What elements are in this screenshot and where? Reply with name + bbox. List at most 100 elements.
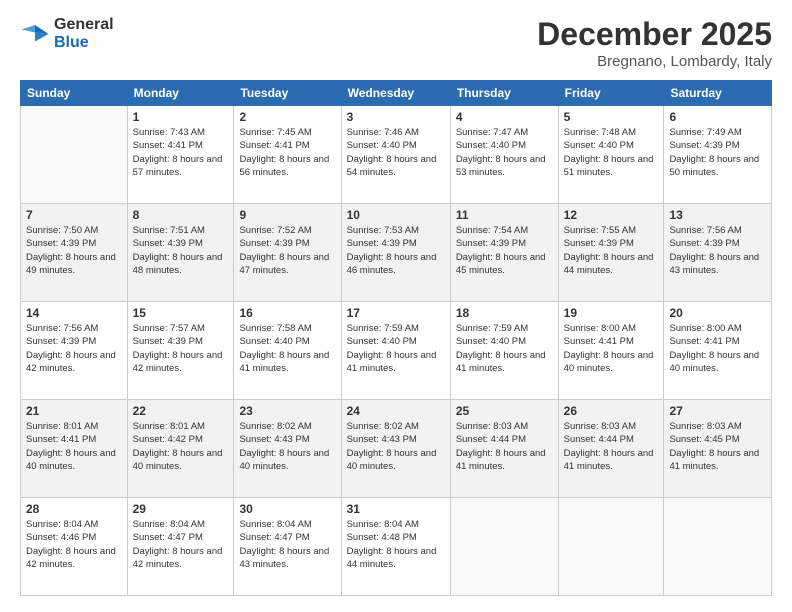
day-number: 30 bbox=[239, 502, 335, 516]
day-cell: 3 Sunrise: 7:46 AMSunset: 4:40 PMDaylight… bbox=[341, 106, 450, 204]
day-number: 14 bbox=[26, 306, 122, 320]
week-row: 7Sunrise: 7:50 AMSunset: 4:39 PMDaylight… bbox=[21, 204, 772, 302]
day-info: Sunrise: 8:04 AMSunset: 4:48 PMDaylight:… bbox=[347, 518, 445, 571]
logo-icon bbox=[20, 19, 50, 49]
day-number: 8 bbox=[133, 208, 229, 222]
title-block: December 2025 Bregnano, Lombardy, Italy bbox=[537, 16, 772, 70]
day-number: 19 bbox=[564, 306, 659, 320]
day-cell: 22 Sunrise: 8:01 AMSunset: 4:42 PMDayligh… bbox=[127, 400, 234, 498]
day-info: Sunrise: 7:47 AMSunset: 4:40 PMDaylight:… bbox=[456, 126, 553, 179]
day-number: 22 bbox=[133, 404, 229, 418]
day-info: Sunrise: 8:04 AMSunset: 4:46 PMDaylight:… bbox=[26, 518, 122, 571]
day-info: Sunrise: 8:04 AMSunset: 4:47 PMDaylight:… bbox=[239, 518, 335, 571]
day-cell: 6Sunrise: 7:49 AMSunset: 4:39 PMDaylight… bbox=[664, 106, 772, 204]
day-number: 24 bbox=[347, 404, 445, 418]
day-cell: 21Sunrise: 8:01 AMSunset: 4:41 PMDayligh… bbox=[21, 400, 128, 498]
day-info: Sunrise: 7:53 AMSunset: 4:39 PMDaylight:… bbox=[347, 224, 445, 277]
day-cell bbox=[558, 498, 664, 596]
day-info: Sunrise: 7:52 AMSunset: 4:39 PMDaylight:… bbox=[239, 224, 335, 277]
day-cell: 9 Sunrise: 7:52 AMSunset: 4:39 PMDaylight… bbox=[234, 204, 341, 302]
day-info: Sunrise: 7:46 AMSunset: 4:40 PMDaylight:… bbox=[347, 126, 445, 179]
day-number: 12 bbox=[564, 208, 659, 222]
day-cell: 5 Sunrise: 7:48 AMSunset: 4:40 PMDaylight… bbox=[558, 106, 664, 204]
day-number: 15 bbox=[133, 306, 229, 320]
day-cell: 28Sunrise: 8:04 AMSunset: 4:46 PMDayligh… bbox=[21, 498, 128, 596]
day-number: 26 bbox=[564, 404, 659, 418]
day-info: Sunrise: 7:58 AMSunset: 4:40 PMDaylight:… bbox=[239, 322, 335, 375]
day-cell: 20Sunrise: 8:00 AMSunset: 4:41 PMDayligh… bbox=[664, 302, 772, 400]
day-info: Sunrise: 8:02 AMSunset: 4:43 PMDaylight:… bbox=[347, 420, 445, 473]
day-info: Sunrise: 7:49 AMSunset: 4:39 PMDaylight:… bbox=[669, 126, 766, 179]
day-number: 7 bbox=[26, 208, 122, 222]
day-cell: 12 Sunrise: 7:55 AMSunset: 4:39 PMDayligh… bbox=[558, 204, 664, 302]
calendar-table: SundayMondayTuesdayWednesdayThursdayFrid… bbox=[20, 80, 772, 596]
day-cell: 13 Sunrise: 7:56 AMSunset: 4:39 PMDayligh… bbox=[664, 204, 772, 302]
page: General Blue December 2025 Bregnano, Lom… bbox=[0, 0, 792, 612]
day-info: Sunrise: 8:04 AMSunset: 4:47 PMDaylight:… bbox=[133, 518, 229, 571]
day-number: 20 bbox=[669, 306, 766, 320]
day-cell: 15 Sunrise: 7:57 AMSunset: 4:39 PMDayligh… bbox=[127, 302, 234, 400]
logo: General Blue bbox=[20, 16, 114, 51]
day-info: Sunrise: 7:55 AMSunset: 4:39 PMDaylight:… bbox=[564, 224, 659, 277]
day-number: 4 bbox=[456, 110, 553, 124]
day-number: 27 bbox=[669, 404, 766, 418]
week-row: 28Sunrise: 8:04 AMSunset: 4:46 PMDayligh… bbox=[21, 498, 772, 596]
logo-text: General Blue bbox=[54, 16, 114, 51]
weekday-header: Monday bbox=[127, 81, 234, 106]
day-number: 17 bbox=[347, 306, 445, 320]
month-title: December 2025 bbox=[537, 16, 772, 53]
day-cell: 14 Sunrise: 7:56 AMSunset: 4:39 PMDayligh… bbox=[21, 302, 128, 400]
day-cell: 4 Sunrise: 7:47 AMSunset: 4:40 PMDaylight… bbox=[450, 106, 558, 204]
day-number: 25 bbox=[456, 404, 553, 418]
day-info: Sunrise: 8:01 AMSunset: 4:41 PMDaylight:… bbox=[26, 420, 122, 473]
day-info: Sunrise: 7:59 AMSunset: 4:40 PMDaylight:… bbox=[456, 322, 553, 375]
day-cell: 30 Sunrise: 8:04 AMSunset: 4:47 PMDayligh… bbox=[234, 498, 341, 596]
day-info: Sunrise: 8:01 AMSunset: 4:42 PMDaylight:… bbox=[133, 420, 229, 473]
day-cell: 10 Sunrise: 7:53 AMSunset: 4:39 PMDayligh… bbox=[341, 204, 450, 302]
day-info: Sunrise: 7:56 AMSunset: 4:39 PMDaylight:… bbox=[26, 322, 122, 375]
day-info: Sunrise: 7:51 AMSunset: 4:39 PMDaylight:… bbox=[133, 224, 229, 277]
week-row: 1 Sunrise: 7:43 AMSunset: 4:41 PMDaylight… bbox=[21, 106, 772, 204]
day-cell: 19 Sunrise: 8:00 AMSunset: 4:41 PMDayligh… bbox=[558, 302, 664, 400]
day-cell: 31 Sunrise: 8:04 AMSunset: 4:48 PMDayligh… bbox=[341, 498, 450, 596]
day-info: Sunrise: 7:57 AMSunset: 4:39 PMDaylight:… bbox=[133, 322, 229, 375]
day-info: Sunrise: 8:00 AMSunset: 4:41 PMDaylight:… bbox=[564, 322, 659, 375]
header: General Blue December 2025 Bregnano, Lom… bbox=[20, 16, 772, 70]
day-cell: 24 Sunrise: 8:02 AMSunset: 4:43 PMDayligh… bbox=[341, 400, 450, 498]
weekday-header: Thursday bbox=[450, 81, 558, 106]
weekday-header: Friday bbox=[558, 81, 664, 106]
day-cell: 7Sunrise: 7:50 AMSunset: 4:39 PMDaylight… bbox=[21, 204, 128, 302]
day-cell bbox=[450, 498, 558, 596]
day-cell: 26 Sunrise: 8:03 AMSunset: 4:44 PMDayligh… bbox=[558, 400, 664, 498]
location: Bregnano, Lombardy, Italy bbox=[537, 53, 772, 70]
day-number: 1 bbox=[133, 110, 229, 124]
day-number: 5 bbox=[564, 110, 659, 124]
day-info: Sunrise: 8:03 AMSunset: 4:45 PMDaylight:… bbox=[669, 420, 766, 473]
week-row: 21Sunrise: 8:01 AMSunset: 4:41 PMDayligh… bbox=[21, 400, 772, 498]
weekday-header: Sunday bbox=[21, 81, 128, 106]
day-cell: 16Sunrise: 7:58 AMSunset: 4:40 PMDayligh… bbox=[234, 302, 341, 400]
week-row: 14 Sunrise: 7:56 AMSunset: 4:39 PMDayligh… bbox=[21, 302, 772, 400]
weekday-header: Wednesday bbox=[341, 81, 450, 106]
day-info: Sunrise: 7:54 AMSunset: 4:39 PMDaylight:… bbox=[456, 224, 553, 277]
day-cell: 29Sunrise: 8:04 AMSunset: 4:47 PMDayligh… bbox=[127, 498, 234, 596]
day-number: 9 bbox=[239, 208, 335, 222]
day-number: 31 bbox=[347, 502, 445, 516]
day-number: 13 bbox=[669, 208, 766, 222]
day-info: Sunrise: 8:03 AMSunset: 4:44 PMDaylight:… bbox=[564, 420, 659, 473]
day-info: Sunrise: 7:59 AMSunset: 4:40 PMDaylight:… bbox=[347, 322, 445, 375]
day-cell: 17 Sunrise: 7:59 AMSunset: 4:40 PMDayligh… bbox=[341, 302, 450, 400]
day-info: Sunrise: 7:48 AMSunset: 4:40 PMDaylight:… bbox=[564, 126, 659, 179]
day-info: Sunrise: 7:43 AMSunset: 4:41 PMDaylight:… bbox=[133, 126, 229, 179]
day-number: 10 bbox=[347, 208, 445, 222]
day-cell bbox=[664, 498, 772, 596]
day-cell: 2Sunrise: 7:45 AMSunset: 4:41 PMDaylight… bbox=[234, 106, 341, 204]
day-info: Sunrise: 8:02 AMSunset: 4:43 PMDaylight:… bbox=[239, 420, 335, 473]
weekday-header: Saturday bbox=[664, 81, 772, 106]
day-info: Sunrise: 7:56 AMSunset: 4:39 PMDaylight:… bbox=[669, 224, 766, 277]
day-number: 3 bbox=[347, 110, 445, 124]
day-info: Sunrise: 8:03 AMSunset: 4:44 PMDaylight:… bbox=[456, 420, 553, 473]
day-cell: 27 Sunrise: 8:03 AMSunset: 4:45 PMDayligh… bbox=[664, 400, 772, 498]
day-info: Sunrise: 7:45 AMSunset: 4:41 PMDaylight:… bbox=[239, 126, 335, 179]
day-number: 23 bbox=[239, 404, 335, 418]
